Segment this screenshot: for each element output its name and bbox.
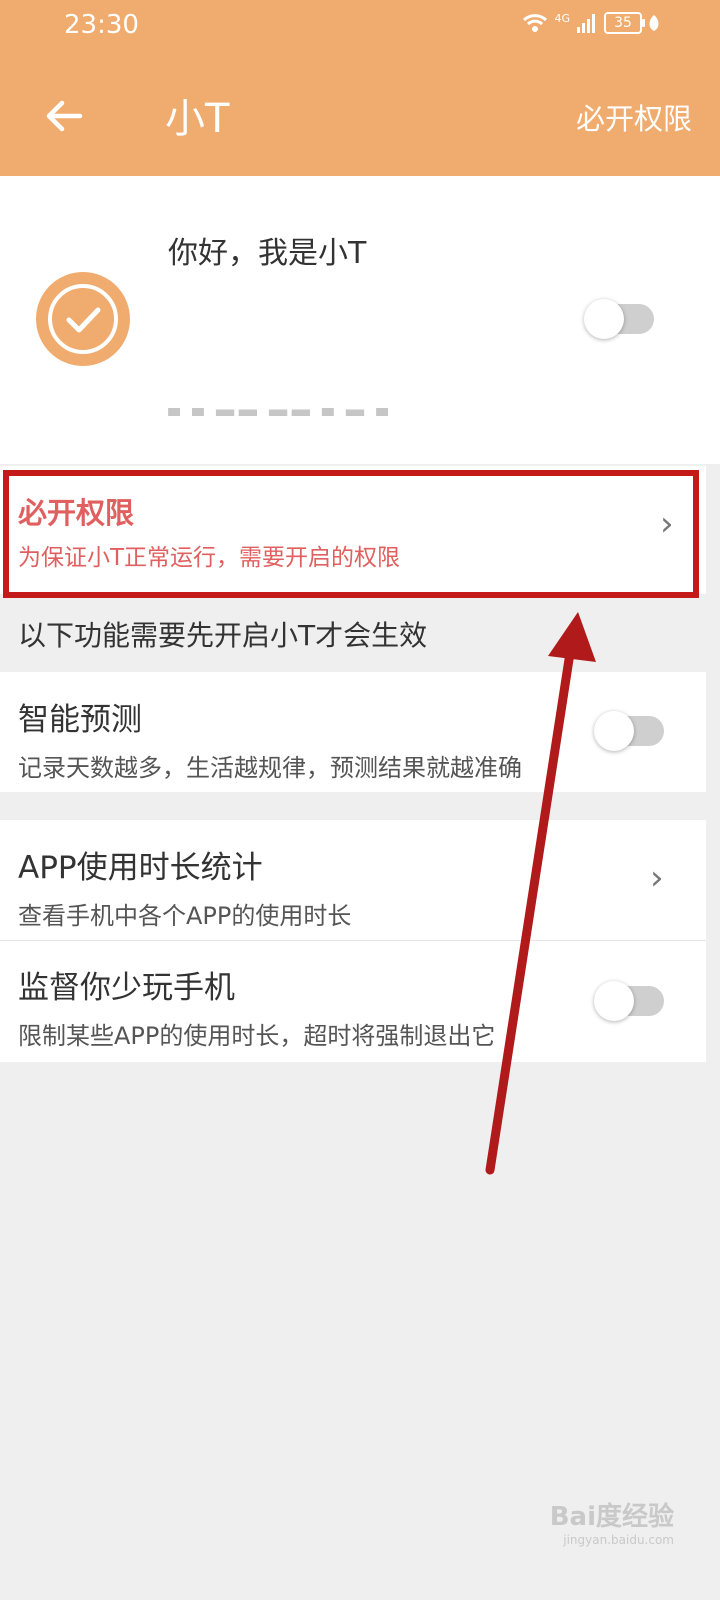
chevron-right-icon: › bbox=[650, 858, 664, 898]
row-title: 智能预测 bbox=[18, 702, 142, 738]
app-bar: 小T 必开权限 bbox=[0, 56, 720, 176]
clock-logo-icon bbox=[36, 272, 130, 366]
row-subtitle: 限制某些APP的使用时长，超时将强制退出它 bbox=[18, 1022, 496, 1050]
permission-title: 必开权限 bbox=[18, 496, 135, 530]
supervision-toggle[interactable] bbox=[594, 981, 664, 1021]
chevron-right-icon: › bbox=[660, 504, 674, 544]
battery-indicator: 35 bbox=[604, 12, 645, 34]
row-subtitle: 记录天数越多，生活越规律，预测结果就越准确 bbox=[18, 754, 522, 782]
page-title: 小T bbox=[165, 96, 230, 142]
network-type-label: 4G bbox=[554, 11, 570, 25]
permissions-link[interactable]: 必开权限 bbox=[576, 96, 692, 138]
faded-description: ▪ ▪ ▬▬ ▬▬ ▪ ▬ ▪ ▬▬ ▪▪ bbox=[166, 408, 416, 416]
row-divider bbox=[0, 940, 706, 941]
section-header: 以下功能需要先开启小T才会生效 bbox=[18, 619, 428, 652]
watermark-brand: Bai度经验 bbox=[549, 1502, 674, 1532]
required-permissions-row[interactable]: 必开权限 为保证小T正常运行，需要开启的权限 › bbox=[0, 466, 706, 598]
row-subtitle: 查看手机中各个APP的使用时长 bbox=[18, 902, 352, 930]
app-usage-stats-row[interactable]: APP使用时长统计 查看手机中各个APP的使用时长 › bbox=[0, 820, 706, 940]
status-icons: 4G 35 bbox=[522, 12, 660, 34]
screen-time-supervision-row[interactable]: 监督你少玩手机 限制某些APP的使用时长，超时将强制退出它 bbox=[0, 940, 706, 1062]
wifi-icon bbox=[523, 14, 548, 32]
assistant-toggle[interactable] bbox=[584, 299, 654, 339]
greeting-text: 你好，我是小T bbox=[168, 236, 367, 271]
leaf-icon bbox=[649, 15, 659, 31]
permission-subtitle: 为保证小T正常运行，需要开启的权限 bbox=[18, 545, 401, 571]
row-title: 监督你少玩手机 bbox=[18, 970, 235, 1006]
status-bar: 23:30 4G 35 bbox=[0, 0, 720, 56]
smart-prediction-toggle[interactable] bbox=[594, 711, 664, 751]
watermark: Bai度经验 jingyan.baidu.com bbox=[550, 1496, 674, 1547]
smart-prediction-row[interactable]: 智能预测 记录天数越多，生活越规律，预测结果就越准确 bbox=[0, 672, 706, 792]
signal-icon bbox=[577, 14, 595, 33]
toggle-knob bbox=[594, 981, 634, 1021]
watermark-url: jingyan.baidu.com bbox=[563, 1533, 674, 1547]
back-arrow-icon[interactable] bbox=[40, 92, 88, 140]
assistant-card: 你好，我是小T ▪ ▪ ▬▬ ▬▬ ▪ ▬ ▪ ▬▬ ▪▪ bbox=[0, 176, 720, 464]
toggle-knob bbox=[594, 711, 634, 751]
status-time: 23:30 bbox=[64, 10, 139, 40]
toggle-knob bbox=[584, 299, 624, 339]
row-title: APP使用时长统计 bbox=[18, 850, 263, 886]
